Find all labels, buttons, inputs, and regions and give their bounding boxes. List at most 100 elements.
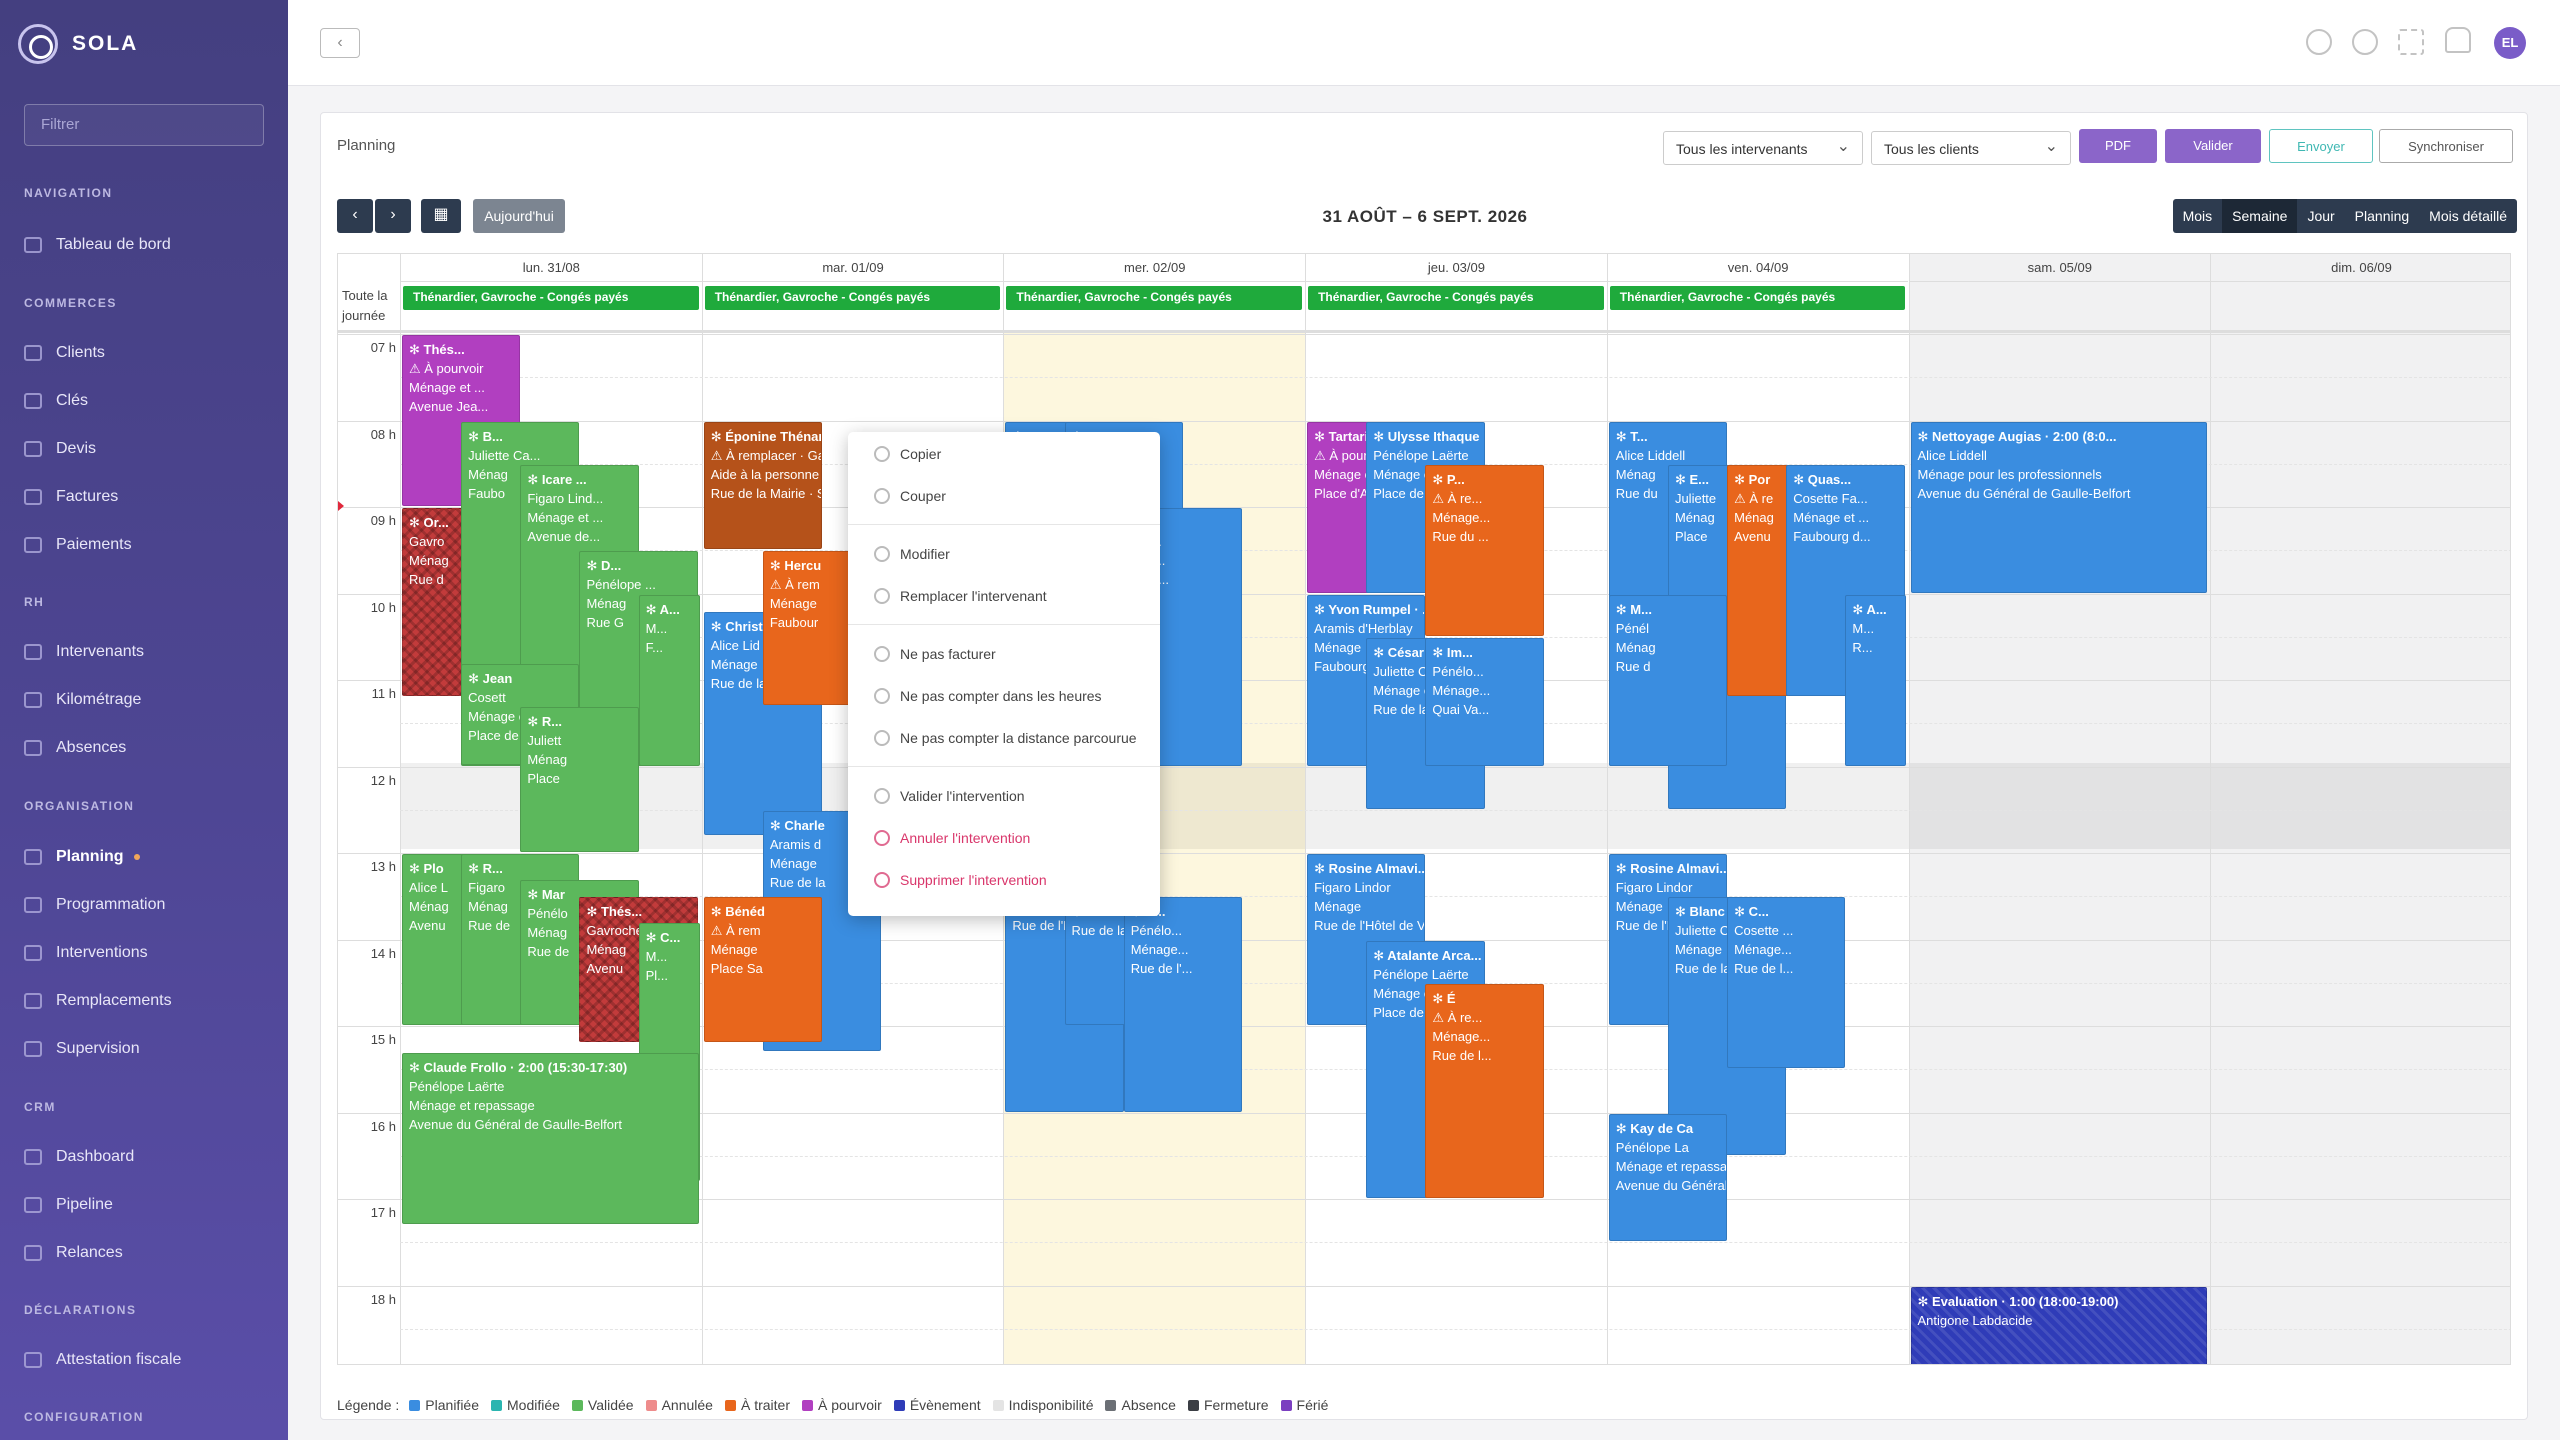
day-column-line (701, 282, 703, 1364)
calendar-event[interactable]: ✻ Bénéd ⚠ À rem Ménage Place Sa (703, 897, 822, 1043)
calendar-event[interactable]: ✻ A... M... R... (1845, 594, 1907, 766)
section-configuration: CONFIGURATION (24, 1410, 144, 1424)
pdf-button[interactable]: PDF (2079, 129, 2157, 163)
legend-label: Férié (1296, 1397, 1329, 1413)
day-header: dim. 06/09 (2210, 254, 2510, 282)
sidebar-item-paiements[interactable]: Paiements (24, 530, 132, 560)
menu-copy[interactable]: Copier (874, 442, 941, 466)
legend-title: Légende : (337, 1397, 400, 1413)
event-detail: Ménag (527, 751, 568, 767)
intervenants-select[interactable]: Tous les intervenants (1663, 131, 1863, 165)
calendar-event[interactable]: ✻ R... Juliett Ménag Place (520, 706, 639, 852)
sidebar-item-intervenants[interactable]: Intervenants (24, 637, 144, 667)
allday-event[interactable]: Thénardier, Gavroche - Congés payés (1308, 286, 1604, 310)
calendar-event[interactable]: ✻ B...Pénélo...Ménage...Rue de l'... (1123, 897, 1243, 1112)
event-detail: Pénélope ... (586, 577, 656, 593)
sidebar-item-dashboard[interactable]: Dashboard (24, 1142, 134, 1172)
settings-icon[interactable] (2306, 29, 2332, 55)
event-title: ✻ P... (1432, 471, 1465, 487)
menu-no-invoice[interactable]: Ne pas facturer (874, 642, 996, 666)
sidebar-item-cles[interactable]: Clés (24, 386, 88, 416)
sidebar-item-devis[interactable]: Devis (24, 434, 96, 464)
sidebar-item-relances[interactable]: Relances (24, 1238, 123, 1268)
legend-swatch (645, 1399, 657, 1411)
hour-label: 17 h (370, 1205, 396, 1220)
menu-no-count-hours[interactable]: Ne pas compter dans les heures (874, 684, 1102, 708)
event-detail: Ménage pour les professionnels (1917, 466, 2102, 482)
allday-event[interactable]: Thénardier, Gavroche - Congés payés (704, 286, 1001, 310)
fullscreen-icon[interactable] (2398, 29, 2424, 55)
sidebar-item-factures[interactable]: Factures (24, 482, 118, 512)
sync-button[interactable]: Synchroniser (2379, 129, 2513, 163)
collapse-sidebar-button[interactable]: ‹ (320, 28, 360, 58)
sidebar-item-pipeline[interactable]: Pipeline (24, 1190, 113, 1220)
event-title: ✻ M... (1615, 601, 1652, 617)
menu-replace-worker[interactable]: Remplacer l'intervenant (874, 584, 1047, 608)
calendar-event[interactable]: ✻ P... ⚠ À re... Ménage... Rue du ... (1425, 464, 1544, 636)
sidebar-item-attestation-fiscale[interactable]: Attestation fiscale (24, 1345, 181, 1375)
view-tab-4[interactable]: Mois détaillé (2419, 199, 2517, 233)
location-icon (874, 730, 890, 746)
menu-no-count-distance[interactable]: Ne pas compter la distance parcourue (874, 726, 1137, 750)
calendar-event[interactable]: ✻ Evaluation · 1:00 (18:00-19:00) Antigon… (1910, 1286, 2208, 1364)
allday-label: Toute la journée (342, 288, 388, 323)
calendar-event[interactable]: ✻ É ⚠ À re... Ménage... Rue de l... (1425, 983, 1544, 1198)
calendar-icon (24, 849, 42, 865)
sidebar-item-interventions[interactable]: Interventions (24, 938, 148, 968)
menu-cancel[interactable]: Annuler l'intervention (874, 826, 1030, 850)
event-detail: Pénélo... (1130, 923, 1183, 939)
event-title: ✻ Bénéd (710, 904, 765, 920)
event-title: ✻ R... (468, 861, 503, 876)
sidebar-item-planning[interactable]: Planning (24, 842, 140, 872)
event-title: ✻ B... (468, 428, 503, 444)
dollar-icon (874, 646, 890, 662)
menu-cut[interactable]: Couper (874, 484, 946, 508)
app-logo[interactable]: SOLA (18, 22, 138, 66)
event-detail: Rue de l... (1734, 961, 1794, 977)
sidebar-item-kilometrage[interactable]: Kilométrage (24, 685, 141, 715)
view-tab-0[interactable]: Mois (2173, 199, 2223, 233)
clients-select[interactable]: Tous les clients (1871, 131, 2071, 165)
calendar-event[interactable]: ✻ Éponine Thénardier ⚠ À remplacer · Gav A… (703, 421, 822, 550)
sidebar-item-absences[interactable]: Absences (24, 733, 126, 763)
page-title: Planning (337, 137, 396, 154)
sidebar-filter-input[interactable]: Filtrer (24, 104, 264, 146)
user-avatar[interactable]: EL (2494, 27, 2526, 59)
view-tab-3[interactable]: Planning (2345, 199, 2420, 233)
sidebar-item-clients[interactable]: Clients (24, 338, 105, 368)
day-column-line (1606, 282, 1608, 1364)
allday-event[interactable]: Thénardier, Gavroche - Congés payés (1609, 286, 1906, 310)
menu-validate[interactable]: Valider l'intervention (874, 784, 1025, 808)
menu-edit[interactable]: Modifier (874, 542, 950, 566)
menu-delete[interactable]: Supprimer l'intervention (874, 868, 1047, 892)
calendar-event[interactable]: ✻ Im... Pénélo... Ménage... Quai Va... (1425, 637, 1544, 766)
trash-icon (874, 872, 890, 888)
event-title: ✻ C... (645, 930, 681, 946)
calendar-event[interactable]: ✻ Claude Frollo · 2:00 (15:30-17:30) Péné… (402, 1052, 699, 1224)
sidebar-item-supervision[interactable]: Supervision (24, 1034, 140, 1064)
calendar-event[interactable]: ✻ C... Cosette ... Ménage... Rue de l... (1727, 897, 1846, 1069)
half-hour-line (400, 1242, 2510, 1244)
notification-bell-icon[interactable] (2445, 27, 2471, 53)
sidebar-item-remplacements[interactable]: Remplacements (24, 986, 172, 1016)
allday-event[interactable]: Thénardier, Gavroche - Congés payés (403, 286, 699, 310)
event-detail: R... (1852, 639, 1873, 655)
view-tab-2[interactable]: Jour (2297, 199, 2344, 233)
calendar-event[interactable]: ✻ A... M... F... (638, 594, 700, 766)
view-tab-1[interactable]: Semaine (2222, 199, 2298, 233)
sidebar-item-tableau-de-bord[interactable]: Tableau de bord (24, 230, 171, 260)
sidebar-item-programmation[interactable]: Programmation (24, 890, 165, 920)
event-detail: ⚠ À pourvoir (409, 361, 484, 376)
send-button[interactable]: Envoyer (2269, 129, 2373, 163)
dark-mode-icon[interactable] (2352, 29, 2378, 55)
validate-button[interactable]: Valider (2165, 129, 2261, 163)
allday-event[interactable]: Thénardier, Gavroche - Congés payés (1006, 286, 1303, 310)
clock-icon (24, 945, 42, 961)
chevron-left-icon: ‹ (337, 34, 343, 51)
event-title: ✻ Claude Frollo · 2:00 (15:30-17:30) (409, 1059, 628, 1075)
calendar-event[interactable]: ✻ M... Pénél Ménag Rue d (1608, 594, 1728, 766)
event-detail: Ménage (1314, 899, 1362, 914)
calendar-event[interactable]: ✻ Nettoyage Augias · 2:00 (8:0... Alice L… (1910, 421, 2208, 593)
calendar-event[interactable]: ✻ Kay de Ca Pénélope La Ménage et repassag… (1608, 1113, 1728, 1242)
event-title: ✻ Icare ... (527, 471, 587, 487)
